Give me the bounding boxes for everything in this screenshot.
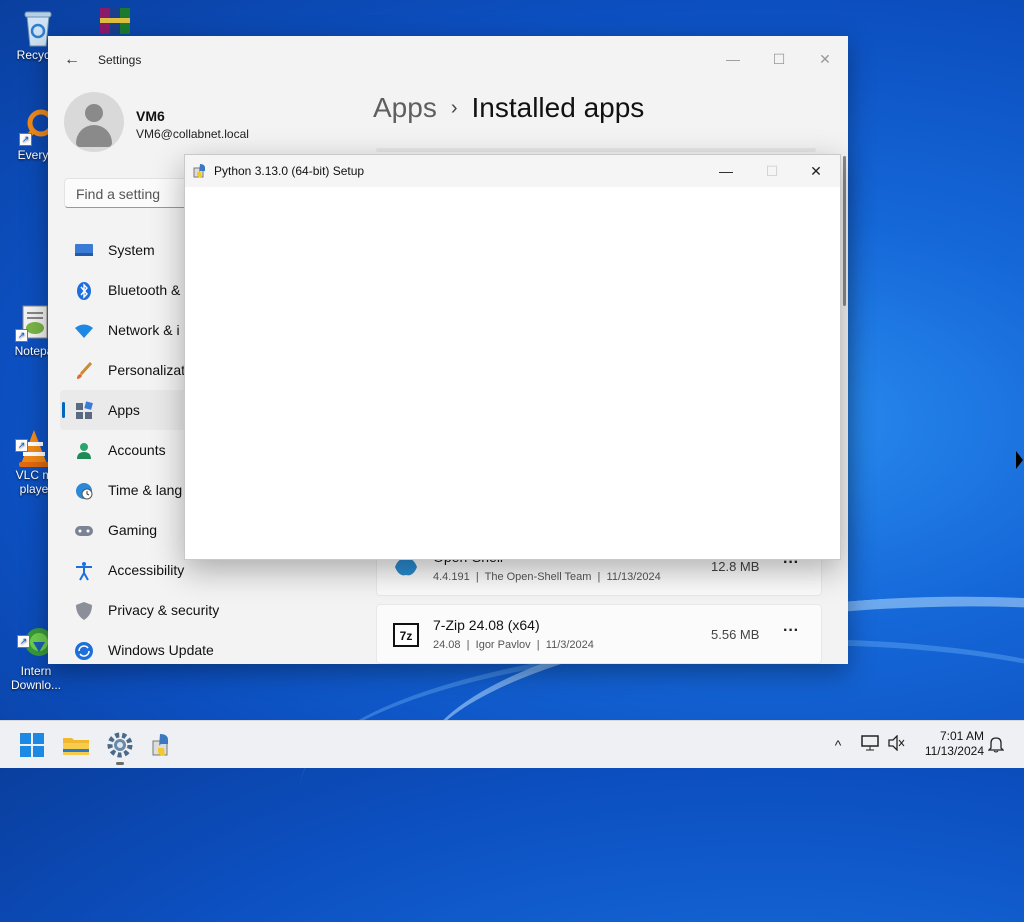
- shortcut-arrow-icon: ↗: [17, 635, 30, 648]
- gamepad-icon: [74, 521, 94, 541]
- back-arrow-icon[interactable]: ←: [62, 50, 82, 70]
- notification-bell-icon[interactable]: [986, 735, 1006, 755]
- paintbrush-icon: [74, 361, 94, 381]
- desktop-icon-winrar[interactable]: [90, 6, 140, 38]
- python-setup-dialog: Python 3.13.0 (64-bit) Setup — ☐ ✕: [184, 154, 841, 560]
- monitor-icon: [74, 241, 94, 261]
- python-setup-taskbar-button[interactable]: [148, 729, 180, 761]
- file-explorer-button[interactable]: [60, 729, 92, 761]
- 7zip-icon: 7z: [393, 623, 419, 647]
- page-title: Installed apps: [471, 92, 645, 123]
- clock-date: 11/13/2024: [924, 744, 984, 758]
- nav-item-privacy-security[interactable]: Privacy & security: [60, 590, 370, 630]
- user-name: VM6: [136, 108, 165, 124]
- python-installer-icon: [193, 163, 209, 179]
- accessibility-icon: [74, 561, 94, 581]
- windows-logo-icon: [20, 733, 44, 757]
- dialog-titlebar: Python 3.13.0 (64-bit) Setup — ☐ ✕: [185, 155, 840, 187]
- app-meta: 4.4.191 | The Open-Shell Team | 11/13/20…: [433, 571, 661, 583]
- apps-filter-bar: [376, 148, 816, 152]
- breadcrumb: Apps › Installed apps: [373, 92, 644, 124]
- close-button[interactable]: ✕: [810, 44, 840, 74]
- settings-taskbar-button[interactable]: [104, 729, 136, 765]
- more-options-button[interactable]: ···: [777, 619, 805, 647]
- wallpaper-swoosh-secondary: [295, 624, 1024, 922]
- search-placeholder: Find a setting: [76, 186, 161, 202]
- shield-icon: [74, 601, 94, 621]
- shortcut-arrow-icon: ↗: [19, 133, 32, 146]
- folder-icon: [63, 738, 89, 755]
- scrollbar[interactable]: [843, 156, 846, 306]
- breadcrumb-parent[interactable]: Apps: [373, 92, 437, 123]
- app-size: 12.8 MB: [711, 559, 760, 574]
- app-name: 7-Zip 24.08 (x64): [433, 617, 540, 633]
- dialog-maximize-button: ☐: [765, 163, 779, 179]
- desktop-icon-label: Intern Downlo...: [10, 664, 62, 692]
- winrar-icon: [94, 6, 136, 36]
- taskbar: ^ 7:01 AM 11/13/2024: [0, 720, 1024, 768]
- nav-item-windows-update[interactable]: Windows Update: [60, 630, 370, 664]
- apps-icon: [74, 401, 94, 421]
- dialog-body: [185, 187, 840, 559]
- breadcrumb-separator: ›: [450, 97, 458, 119]
- settings-app-title: Settings: [98, 53, 142, 67]
- shortcut-arrow-icon: ↗: [15, 439, 28, 452]
- mouse-cursor-icon: [1016, 451, 1023, 469]
- shortcut-arrow-icon: ↗: [15, 329, 28, 342]
- volume-muted-icon[interactable]: [886, 734, 906, 755]
- chevron-up-icon[interactable]: ^: [828, 735, 848, 755]
- clock[interactable]: 7:01 AM 11/13/2024: [910, 729, 984, 759]
- active-indicator: [116, 762, 124, 765]
- maximize-button[interactable]: ☐: [764, 44, 794, 74]
- start-button[interactable]: [16, 729, 48, 761]
- svg-text:7z: 7z: [400, 629, 413, 643]
- minimize-button[interactable]: —: [718, 44, 748, 74]
- dialog-close-button[interactable]: ✕: [793, 156, 839, 186]
- globe-clock-icon: [74, 481, 94, 501]
- wifi-icon: [74, 321, 94, 341]
- user-email: VM6@collabnet.local: [136, 127, 249, 141]
- app-size: 5.56 MB: [711, 627, 760, 642]
- clock-time: 7:01 AM: [939, 729, 984, 743]
- network-icon[interactable]: [860, 735, 880, 755]
- dialog-title: Python 3.13.0 (64-bit) Setup: [214, 164, 365, 178]
- avatar: [64, 92, 124, 152]
- app-row-7zip[interactable]: 7z 7-Zip 24.08 (x64) 24.08 | Igor Pavlov…: [376, 604, 822, 664]
- python-installer-icon: [152, 734, 168, 756]
- settings-titlebar: ← Settings — ☐ ✕: [48, 36, 848, 84]
- windows-update-icon: [74, 641, 94, 661]
- person-icon: [74, 441, 94, 461]
- app-meta: 24.08 | Igor Pavlov | 11/3/2024: [433, 639, 594, 651]
- gear-icon: [107, 732, 133, 758]
- dialog-minimize-button[interactable]: —: [703, 156, 749, 186]
- bluetooth-icon: [74, 281, 94, 301]
